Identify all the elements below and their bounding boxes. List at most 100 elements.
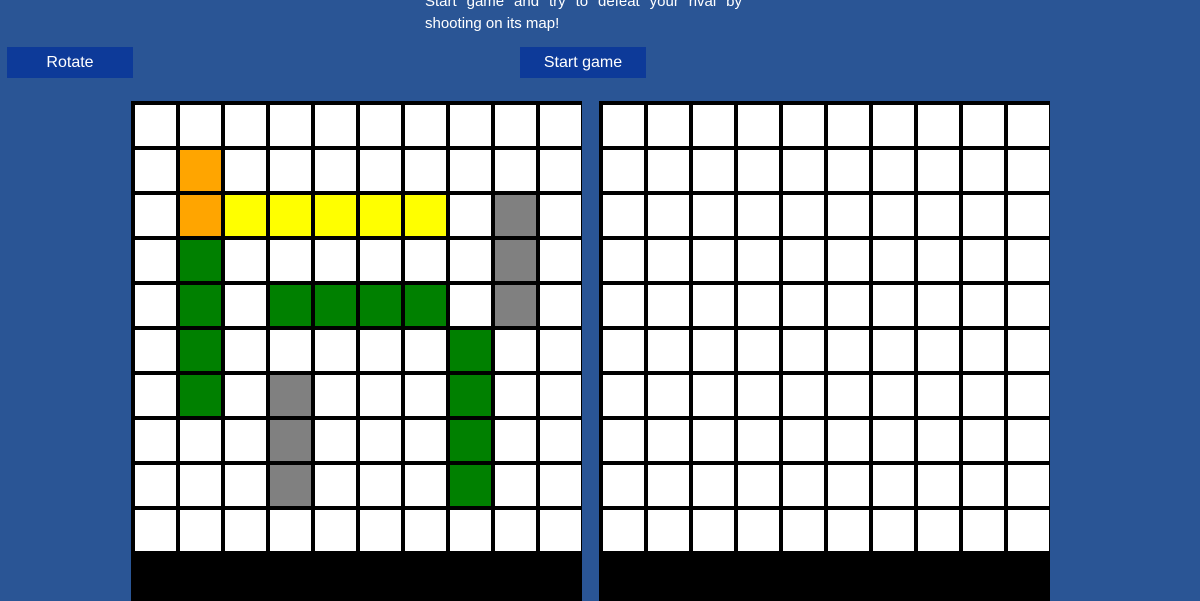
- player-cell[interactable]: [405, 375, 446, 416]
- rival-cell[interactable]: [963, 240, 1004, 281]
- rival-cell[interactable]: [603, 375, 644, 416]
- player-green-ship-middle-cell[interactable]: [315, 285, 356, 326]
- rival-cell[interactable]: [738, 465, 779, 506]
- rival-cell[interactable]: [918, 150, 959, 191]
- player-yellow-ship-cell[interactable]: [360, 195, 401, 236]
- rival-cell[interactable]: [693, 105, 734, 146]
- player-cell[interactable]: [315, 465, 356, 506]
- player-cell[interactable]: [360, 465, 401, 506]
- rival-cell[interactable]: [648, 285, 689, 326]
- player-cell[interactable]: [270, 105, 311, 146]
- rival-cell[interactable]: [828, 465, 869, 506]
- rival-cell[interactable]: [693, 420, 734, 461]
- player-yellow-ship-cell[interactable]: [405, 195, 446, 236]
- player-cell[interactable]: [315, 420, 356, 461]
- rival-cell[interactable]: [783, 510, 824, 551]
- rival-cell[interactable]: [873, 150, 914, 191]
- player-cell[interactable]: [540, 150, 581, 191]
- player-cell[interactable]: [360, 375, 401, 416]
- player-cell[interactable]: [270, 240, 311, 281]
- player-cell[interactable]: [225, 150, 266, 191]
- player-cell[interactable]: [135, 420, 176, 461]
- rival-cell[interactable]: [828, 150, 869, 191]
- player-green-ship-left-cell[interactable]: [180, 240, 221, 281]
- rival-cell[interactable]: [738, 510, 779, 551]
- player-cell[interactable]: [225, 330, 266, 371]
- rival-cell[interactable]: [963, 105, 1004, 146]
- player-cell[interactable]: [450, 510, 491, 551]
- player-cell[interactable]: [405, 240, 446, 281]
- rival-cell[interactable]: [603, 150, 644, 191]
- rival-cell[interactable]: [918, 105, 959, 146]
- player-cell[interactable]: [495, 375, 536, 416]
- rival-cell[interactable]: [648, 420, 689, 461]
- rival-cell[interactable]: [648, 150, 689, 191]
- rival-cell[interactable]: [693, 150, 734, 191]
- player-orange-ship-cell[interactable]: [180, 150, 221, 191]
- player-cell[interactable]: [495, 510, 536, 551]
- rival-cell[interactable]: [783, 465, 824, 506]
- player-gray-ship-bottom-cell[interactable]: [270, 420, 311, 461]
- player-cell[interactable]: [540, 105, 581, 146]
- player-green-ship-left-cell[interactable]: [180, 375, 221, 416]
- rival-cell[interactable]: [603, 105, 644, 146]
- player-orange-ship-cell[interactable]: [180, 195, 221, 236]
- rival-cell[interactable]: [648, 105, 689, 146]
- rival-cell[interactable]: [648, 240, 689, 281]
- rival-cell[interactable]: [783, 285, 824, 326]
- rival-cell[interactable]: [693, 285, 734, 326]
- player-yellow-ship-cell[interactable]: [270, 195, 311, 236]
- rival-cell[interactable]: [783, 420, 824, 461]
- rival-cell[interactable]: [693, 465, 734, 506]
- player-cell[interactable]: [270, 330, 311, 371]
- player-cell[interactable]: [315, 330, 356, 371]
- rival-cell[interactable]: [1008, 285, 1049, 326]
- rival-cell[interactable]: [963, 375, 1004, 416]
- rival-cell[interactable]: [828, 420, 869, 461]
- rival-cell[interactable]: [828, 330, 869, 371]
- rival-cell[interactable]: [738, 240, 779, 281]
- player-gray-ship-right-cell[interactable]: [495, 195, 536, 236]
- player-cell[interactable]: [495, 150, 536, 191]
- player-cell[interactable]: [135, 285, 176, 326]
- rival-cell[interactable]: [693, 330, 734, 371]
- rival-cell[interactable]: [918, 420, 959, 461]
- player-cell[interactable]: [135, 330, 176, 371]
- player-cell[interactable]: [360, 150, 401, 191]
- rival-cell[interactable]: [918, 195, 959, 236]
- player-cell[interactable]: [405, 510, 446, 551]
- player-cell[interactable]: [315, 105, 356, 146]
- rival-cell[interactable]: [603, 510, 644, 551]
- player-cell[interactable]: [180, 105, 221, 146]
- rival-cell[interactable]: [783, 240, 824, 281]
- rival-cell[interactable]: [918, 510, 959, 551]
- rival-cell[interactable]: [783, 330, 824, 371]
- player-cell[interactable]: [360, 420, 401, 461]
- player-green-ship-middle-cell[interactable]: [405, 285, 446, 326]
- rival-cell[interactable]: [783, 375, 824, 416]
- rival-cell[interactable]: [738, 105, 779, 146]
- rival-cell[interactable]: [963, 150, 1004, 191]
- player-cell[interactable]: [450, 285, 491, 326]
- player-cell[interactable]: [180, 510, 221, 551]
- player-cell[interactable]: [315, 240, 356, 281]
- player-cell[interactable]: [225, 105, 266, 146]
- rotate-button[interactable]: Rotate: [7, 47, 133, 78]
- player-green-ship-vertical-cell[interactable]: [450, 330, 491, 371]
- rival-cell[interactable]: [1008, 465, 1049, 506]
- player-cell[interactable]: [135, 105, 176, 146]
- rival-cell[interactable]: [603, 330, 644, 371]
- start-game-button[interactable]: Start game: [520, 47, 646, 78]
- player-cell[interactable]: [225, 240, 266, 281]
- player-gray-ship-bottom-cell[interactable]: [270, 375, 311, 416]
- player-cell[interactable]: [180, 465, 221, 506]
- player-cell[interactable]: [495, 105, 536, 146]
- player-cell[interactable]: [135, 465, 176, 506]
- rival-cell[interactable]: [1008, 330, 1049, 371]
- rival-cell[interactable]: [648, 195, 689, 236]
- rival-cell[interactable]: [918, 465, 959, 506]
- player-cell[interactable]: [405, 465, 446, 506]
- player-cell[interactable]: [450, 240, 491, 281]
- rival-cell[interactable]: [1008, 240, 1049, 281]
- rival-cell[interactable]: [873, 330, 914, 371]
